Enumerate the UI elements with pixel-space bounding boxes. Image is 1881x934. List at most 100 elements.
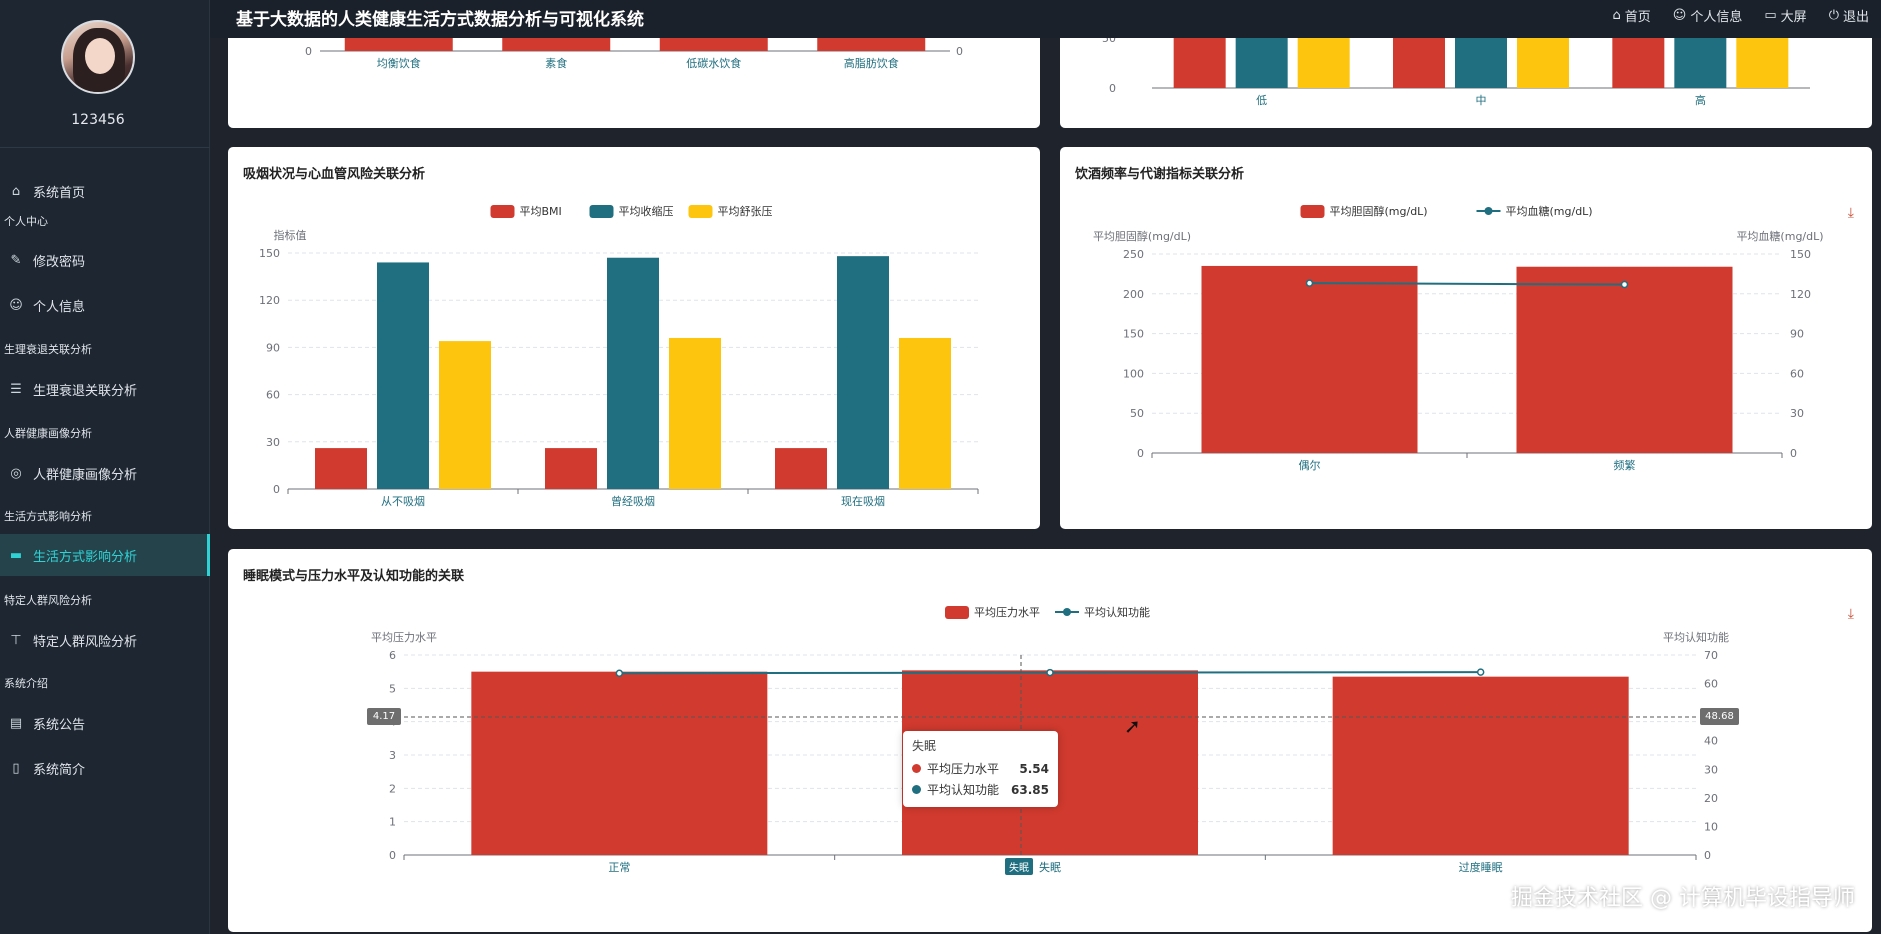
series-dot	[912, 785, 921, 794]
x-tick-label: 中	[1476, 94, 1487, 107]
y2-tick-label: 90	[1790, 328, 1804, 341]
y-tick-label: 90	[266, 341, 280, 354]
y2-tick-label: 120	[1790, 288, 1811, 301]
avatar[interactable]	[61, 20, 135, 94]
x-tick-label: 正常	[608, 861, 630, 874]
sidebar-item-notice[interactable]: ▤ 系统公告	[0, 702, 210, 744]
y2-tick-label: 60	[1704, 678, 1718, 691]
sidebar-item-lifestyle-analysis[interactable]: ▬ 生活方式影响分析	[0, 534, 210, 576]
top-nav-label: 个人信息	[1690, 10, 1743, 25]
y-tick-label: 50	[1102, 38, 1116, 45]
y2-axis-label: 平均血糖(mg/dL)	[1736, 229, 1823, 243]
legend-swatch	[1484, 207, 1493, 215]
y2-tick-label: 10	[1704, 820, 1718, 833]
legend-label: 平均收缩压	[619, 204, 674, 218]
sidebar-item-risk-analysis[interactable]: ⊤ 特定人群风险分析	[0, 619, 210, 661]
y-tick-label: 0	[305, 45, 312, 58]
series-dot	[912, 764, 921, 773]
x-tick-label: 频繁	[1614, 458, 1636, 472]
legend-swatch	[490, 205, 515, 218]
top-nav-profile[interactable]: ☺ 个人信息	[1673, 6, 1743, 25]
bar	[1235, 38, 1288, 88]
top-nav-label: 大屏	[1780, 10, 1807, 25]
bar	[1173, 38, 1226, 88]
y2-tick-label: 70	[1704, 649, 1718, 662]
x-tick-label: 从不吸烟	[381, 494, 425, 508]
y-tick-label: 2	[389, 782, 396, 795]
legend-label: 平均舒张压	[718, 204, 773, 218]
tooltip-series-name: 平均压力水平	[927, 762, 1000, 776]
sidebar-group-risk: 特定人群风险分析	[4, 594, 92, 607]
sidebar-item-label: 修改密码	[33, 254, 86, 270]
top-nav: ⌂ 首页 ☺ 个人信息 ▭ 大屏 ⏻ 退出	[1613, 6, 1869, 25]
series-line	[1309, 282, 1625, 286]
legend-label: 平均血糖(mg/dL)	[1506, 204, 1593, 218]
chart-smoking: 0 30 60 90 120 150 指标值从不吸烟 曾经吸烟 现在吸烟 平均BMI 平均收缩压 平均…	[259, 204, 979, 508]
bar	[439, 341, 491, 489]
y-tick-label: 3	[389, 749, 396, 762]
bar	[315, 448, 367, 489]
top-nav-dashboard[interactable]: ▭ 大屏	[1764, 6, 1806, 25]
chart-card-diet: 均衡饮食 素食 低碳水饮食 高脂肪饮食 0 0	[228, 38, 1040, 128]
top-nav-home[interactable]: ⌂ 首页	[1613, 6, 1651, 25]
y-tick-label: 200	[1123, 288, 1144, 301]
legend-swatch	[1300, 205, 1325, 218]
y2-tick-label: 60	[1790, 367, 1804, 380]
line-point	[615, 669, 624, 678]
sidebar-item-label: 特定人群风险分析	[33, 634, 138, 650]
y-tick-label: 50	[1130, 407, 1144, 420]
home-icon: ⌂	[1612, 8, 1621, 23]
compass-icon: ◎	[10, 465, 22, 481]
sidebar-item-label: 生理衰退关联分析	[33, 383, 138, 399]
y-axis-label: 平均胆固醇(mg/dL)	[1093, 229, 1191, 243]
app-title: 基于大数据的人类健康生活方式数据分析与可视化系统	[236, 10, 644, 30]
y-tick-label: 100	[1123, 367, 1144, 380]
sidebar-item-intro[interactable]: ▯ 系统简介	[0, 747, 210, 789]
top-nav-logout[interactable]: ⏻ 退出	[1829, 6, 1869, 25]
bar	[377, 262, 429, 489]
edit-icon: ✎	[10, 252, 22, 268]
bar	[1612, 38, 1665, 88]
bar	[607, 257, 659, 489]
y2-tick-label: 20	[1704, 792, 1718, 805]
top-bar: 基于大数据的人类健康生活方式数据分析与可视化系统 ⌂ 首页 ☺ 个人信息 ▭ 大屏 ⏻…	[210, 0, 1881, 38]
sidebar-item-portrait-analysis[interactable]: ◎ 人群健康画像分析	[0, 452, 210, 494]
y-axis-label: 平均压力水平	[371, 631, 437, 644]
sidebar-item-label: 系统首页	[33, 185, 86, 201]
chart-card-level: 低 中 高 50 0	[1060, 38, 1872, 128]
sidebar: 123456 ⌂ 系统首页 个人中心 ✎ 修改密码 ☺ 个人信息 生理衰退关联分…	[0, 0, 210, 934]
user-icon: ☺	[1672, 8, 1687, 23]
chart-tooltip: 失眠 平均压力水平 5.54 平均认知功能 63.85	[903, 731, 1058, 807]
line-point	[1305, 279, 1314, 287]
x-tick-label: 现在吸烟	[841, 494, 885, 508]
sidebar-item-change-password[interactable]: ✎ 修改密码	[0, 239, 210, 281]
bar	[659, 38, 768, 51]
username: 123456	[71, 112, 125, 128]
y-tick-label: 0	[273, 483, 280, 496]
sidebar-item-profile[interactable]: ☺ 个人信息	[0, 284, 210, 326]
bar	[1332, 676, 1629, 855]
y2-tick-label: 40	[1704, 735, 1718, 748]
y-tick-label: 0	[389, 849, 396, 862]
bar	[669, 337, 721, 489]
sidebar-group-personal: 个人中心	[4, 215, 48, 228]
tooltip-series-value: 63.85	[1011, 782, 1049, 797]
bar	[1201, 265, 1418, 453]
y-tick-label: 120	[259, 294, 280, 307]
y2-tick-label: 30	[1790, 407, 1804, 420]
sliders-icon: ☰	[10, 381, 22, 397]
y-tick-label: 0	[1109, 82, 1116, 95]
chart-drinking: 0 50 100 150 200 250 0 30 60 90 120 150 平均胆固醇(mg/dL)…	[1093, 204, 1824, 472]
tooltip-row: 平均压力水平 5.54	[912, 758, 1049, 779]
y2-tick-label: 0	[1790, 447, 1797, 460]
info-icon: ▯	[12, 760, 20, 776]
y-tick-label: 1	[389, 816, 396, 829]
chart-card-smoking: 吸烟状况与心血管风险关联分析 0 30 60 90 120 150 指标值 从不吸烟 曾经吸烟现…	[228, 147, 1040, 529]
y-axis-label: 指标值	[274, 228, 307, 242]
legend-label: 平均认知功能	[1084, 605, 1150, 619]
tooltip-row: 平均认知功能 63.85	[912, 779, 1049, 800]
sidebar-item-home[interactable]: ⌂ 系统首页	[0, 170, 210, 212]
sidebar-item-decline-analysis[interactable]: ☰ 生理衰退关联分析	[0, 368, 210, 410]
chart-card-drinking: 饮酒频率与代谢指标关联分析 ⤓ 0 50 100 150 200 250 0 30 60 90 12…	[1060, 147, 1872, 529]
bar	[471, 671, 768, 855]
